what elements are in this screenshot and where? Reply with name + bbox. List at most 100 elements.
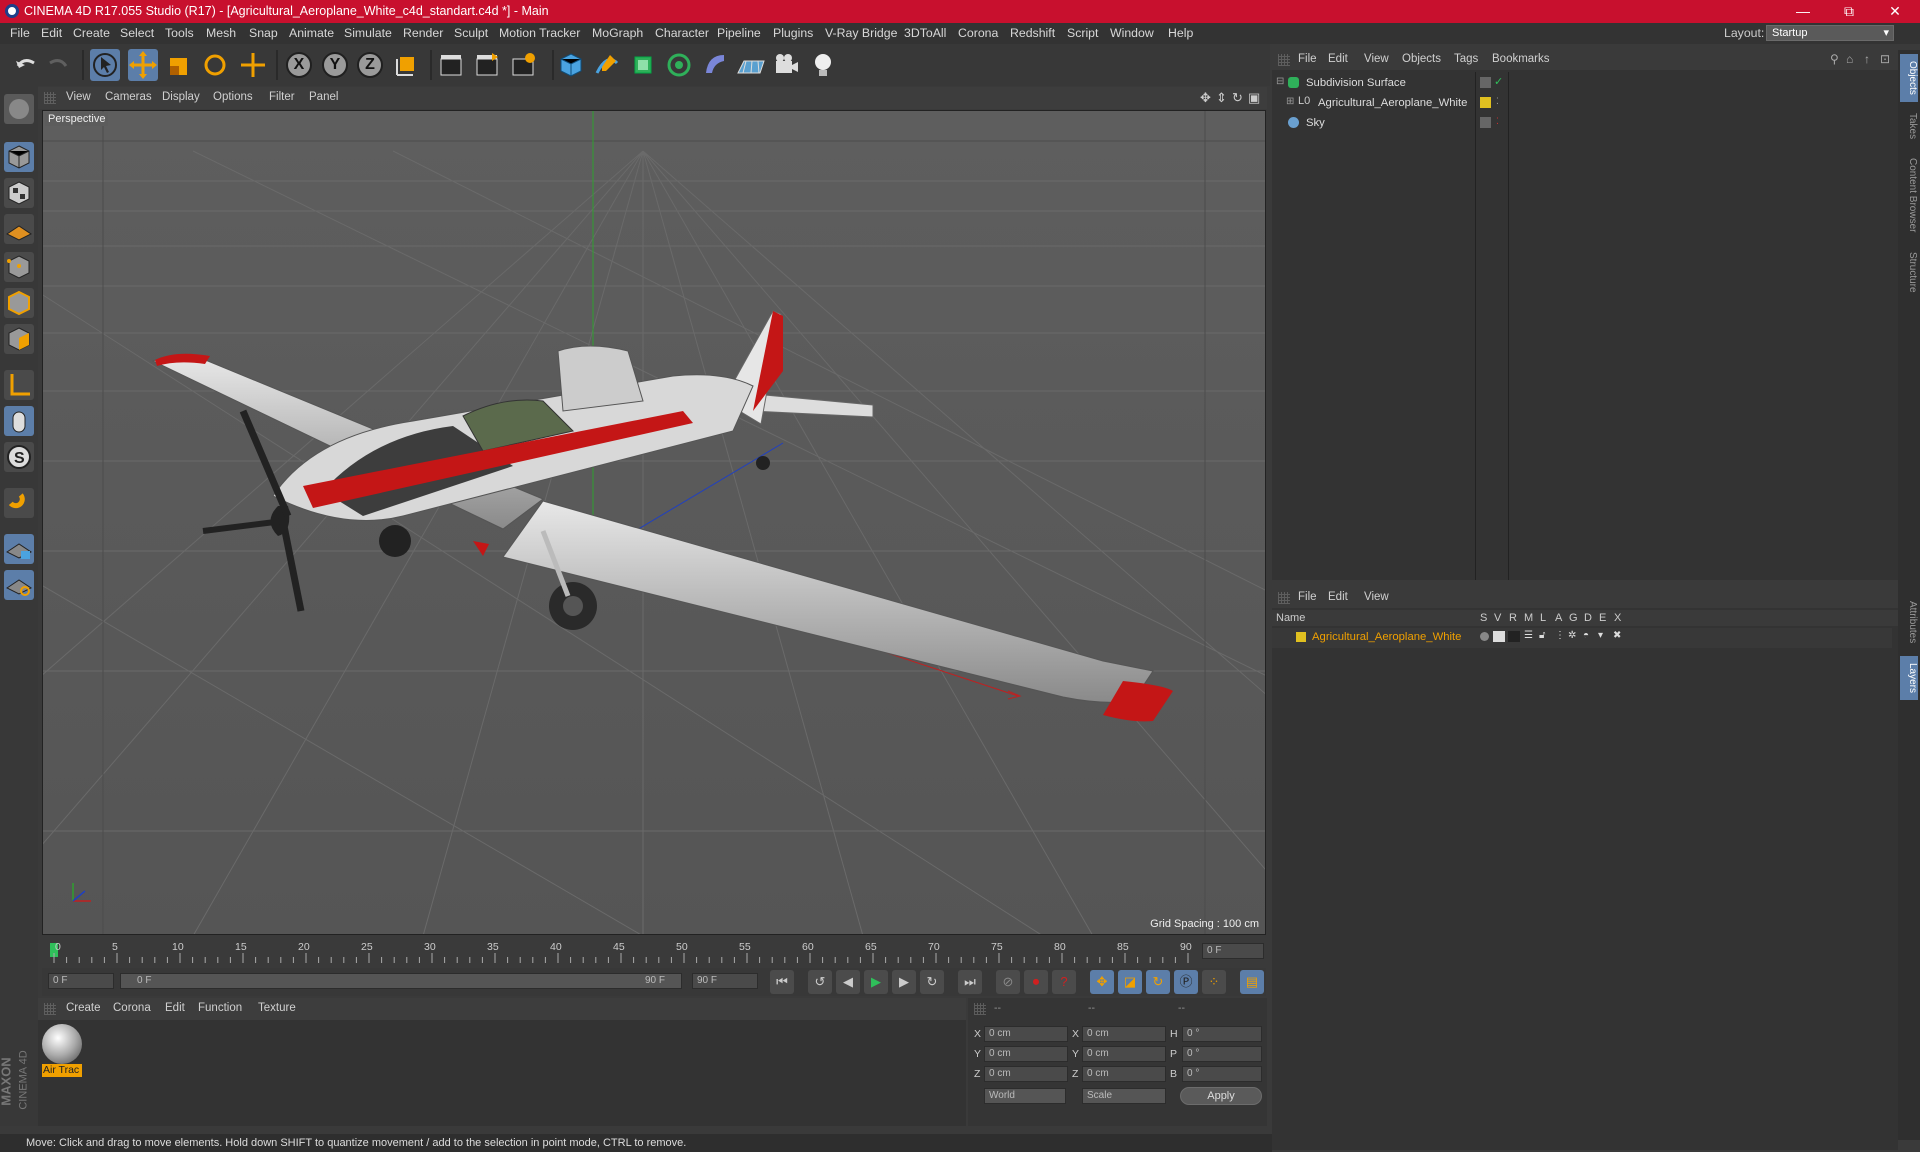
- menu-select[interactable]: Select: [120, 26, 154, 40]
- obj-menu-file[interactable]: File: [1298, 53, 1317, 65]
- grid-lock-button[interactable]: [4, 534, 34, 564]
- generator-icon[interactable]: ✲: [1568, 630, 1576, 641]
- autokey-button[interactable]: ⏺: [1024, 970, 1048, 994]
- obj-menu-objects[interactable]: Objects: [1402, 53, 1441, 65]
- menu-3dtoall[interactable]: 3DToAll: [904, 26, 946, 40]
- key-rotation-button[interactable]: ↻: [1146, 970, 1170, 994]
- tab-structure[interactable]: Structure: [1900, 244, 1918, 300]
- add-mograph-button[interactable]: [664, 49, 694, 81]
- x-axis-lock-button[interactable]: X: [286, 52, 312, 78]
- menu-window[interactable]: Window: [1110, 26, 1154, 40]
- material-menu-corona[interactable]: Corona: [113, 1002, 151, 1014]
- enabled-check-icon[interactable]: ✓: [1494, 75, 1503, 88]
- deformer-icon[interactable]: ◓: [1583, 630, 1589, 641]
- frame-range-slider[interactable]: 0 F 90 F: [120, 973, 682, 989]
- add-camera-button[interactable]: [772, 49, 802, 81]
- material-menu-create[interactable]: Create: [66, 1002, 101, 1014]
- viewport-menu-cameras[interactable]: Cameras: [105, 91, 152, 103]
- viewport-menu-display[interactable]: Display: [162, 91, 200, 103]
- render-view-button[interactable]: [436, 49, 466, 81]
- viewport-menu-view[interactable]: View: [66, 91, 91, 103]
- polygons-mode-button[interactable]: [4, 324, 34, 354]
- magnet-button[interactable]: [4, 488, 34, 518]
- menu-sculpt[interactable]: Sculpt: [454, 26, 488, 40]
- apply-button[interactable]: Apply: [1180, 1087, 1262, 1105]
- size-mode-dropdown[interactable]: Scale: [1082, 1088, 1166, 1104]
- key-scale-button[interactable]: ◪: [1118, 970, 1142, 994]
- lock-icon[interactable]: 🔓︎: [1539, 630, 1545, 641]
- layer-menu-view[interactable]: View: [1364, 591, 1389, 603]
- perspective-viewport[interactable]: Perspective Grid Spacing : 100 cm: [42, 110, 1266, 935]
- add-deformer-button[interactable]: [700, 49, 730, 81]
- pos-y-field[interactable]: 0 cm: [984, 1046, 1068, 1062]
- key-parameter-button[interactable]: Ⓟ: [1174, 970, 1198, 994]
- menu-redshift[interactable]: Redshift: [1010, 26, 1055, 40]
- timeline-ruler[interactable]: 0 5 10 15 20 25 30 35 40 45 50 55 60 65 …: [42, 937, 1266, 967]
- menu-mograph[interactable]: MoGraph: [592, 26, 643, 40]
- scale-tool-button[interactable]: [164, 49, 194, 81]
- current-frame-field[interactable]: 0 F: [1202, 943, 1264, 959]
- end-frame-field[interactable]: 90 F: [692, 973, 758, 989]
- size-y-field[interactable]: 0 cm: [1082, 1046, 1166, 1062]
- next-frame-button[interactable]: ▶: [892, 970, 916, 994]
- menu-create[interactable]: Create: [73, 26, 110, 40]
- menu-script[interactable]: Script: [1067, 26, 1098, 40]
- viewport-zoom-icon[interactable]: ⇕: [1216, 90, 1227, 106]
- add-subdivision-button[interactable]: [628, 49, 658, 81]
- rot-h-field[interactable]: 0 °: [1182, 1026, 1262, 1042]
- menu-file[interactable]: File: [10, 26, 30, 40]
- material-menu-function[interactable]: Function: [198, 1002, 242, 1014]
- layer-menu-file[interactable]: File: [1298, 591, 1317, 603]
- obj-menu-bookmarks[interactable]: Bookmarks: [1492, 53, 1550, 65]
- timeline-track[interactable]: 0 5 10 15 20 25 30 35 40 45 50 55 60 65 …: [48, 941, 1198, 965]
- render-icon[interactable]: [1508, 631, 1520, 642]
- collapse-icon[interactable]: ⊟: [1276, 76, 1284, 87]
- coordinate-mode-dropdown[interactable]: World: [984, 1088, 1066, 1104]
- redo-button[interactable]: [44, 49, 74, 81]
- keyframe-selection-button[interactable]: ?: [1052, 970, 1076, 994]
- layer-menu-edit[interactable]: Edit: [1328, 591, 1348, 603]
- timeline-window-button[interactable]: ▤: [1240, 970, 1264, 994]
- tab-objects[interactable]: Objects: [1900, 54, 1918, 102]
- object-row-subdivision[interactable]: ⊟ Subdivision Surface ✓: [1272, 74, 1852, 94]
- add-light-button[interactable]: [808, 49, 838, 81]
- undo-button[interactable]: [10, 49, 40, 81]
- previous-frame-button[interactable]: ◀: [836, 970, 860, 994]
- record-keys-button[interactable]: ⊘: [996, 970, 1020, 994]
- add-spline-button[interactable]: [592, 49, 622, 81]
- maximize-button[interactable]: ⧉: [1826, 0, 1872, 23]
- minimize-button[interactable]: —: [1780, 0, 1826, 23]
- play-button[interactable]: ▶: [864, 970, 888, 994]
- viewport-move-icon[interactable]: ✥: [1200, 90, 1211, 106]
- snap-button[interactable]: S: [4, 442, 34, 472]
- texture-mode-button[interactable]: [4, 178, 34, 208]
- grid-snap-button[interactable]: [4, 570, 34, 600]
- viewport-menu-filter[interactable]: Filter: [269, 91, 295, 103]
- go-to-end-button[interactable]: ⏭: [958, 970, 982, 994]
- menu-mesh[interactable]: Mesh: [206, 26, 236, 40]
- menu-vray-bridge[interactable]: V-Ray Bridge: [825, 26, 897, 40]
- pos-z-field[interactable]: 0 cm: [984, 1066, 1068, 1082]
- menu-motion-tracker[interactable]: Motion Tracker: [499, 26, 580, 40]
- obj-menu-tags[interactable]: Tags: [1454, 53, 1478, 65]
- workplane-mode-button[interactable]: [4, 214, 34, 244]
- menu-character[interactable]: Character: [655, 26, 709, 40]
- obj-menu-view[interactable]: View: [1364, 53, 1389, 65]
- points-mode-button[interactable]: [4, 252, 34, 282]
- layout-dropdown[interactable]: Startup ▾: [1766, 25, 1894, 41]
- edges-mode-button[interactable]: [4, 288, 34, 318]
- model-mode-button[interactable]: [4, 142, 34, 172]
- live-selection-button[interactable]: [90, 49, 120, 81]
- menu-edit[interactable]: Edit: [41, 26, 62, 40]
- add-cube-button[interactable]: [556, 49, 586, 81]
- render-picture-viewer-button[interactable]: [472, 49, 502, 81]
- object-row-sky[interactable]: Sky ⁚: [1272, 114, 1852, 134]
- menu-render[interactable]: Render: [403, 26, 443, 40]
- animation-icon[interactable]: ⋮: [1555, 630, 1565, 641]
- home-icon[interactable]: ⌂: [1846, 52, 1853, 66]
- next-key-button[interactable]: ↻: [920, 970, 944, 994]
- move-tool-button[interactable]: [128, 49, 158, 81]
- rotate-tool-button[interactable]: [200, 49, 230, 81]
- visibility-dots-icon[interactable]: ⁚: [1496, 96, 1499, 107]
- viewport-menu-panel[interactable]: Panel: [309, 91, 338, 103]
